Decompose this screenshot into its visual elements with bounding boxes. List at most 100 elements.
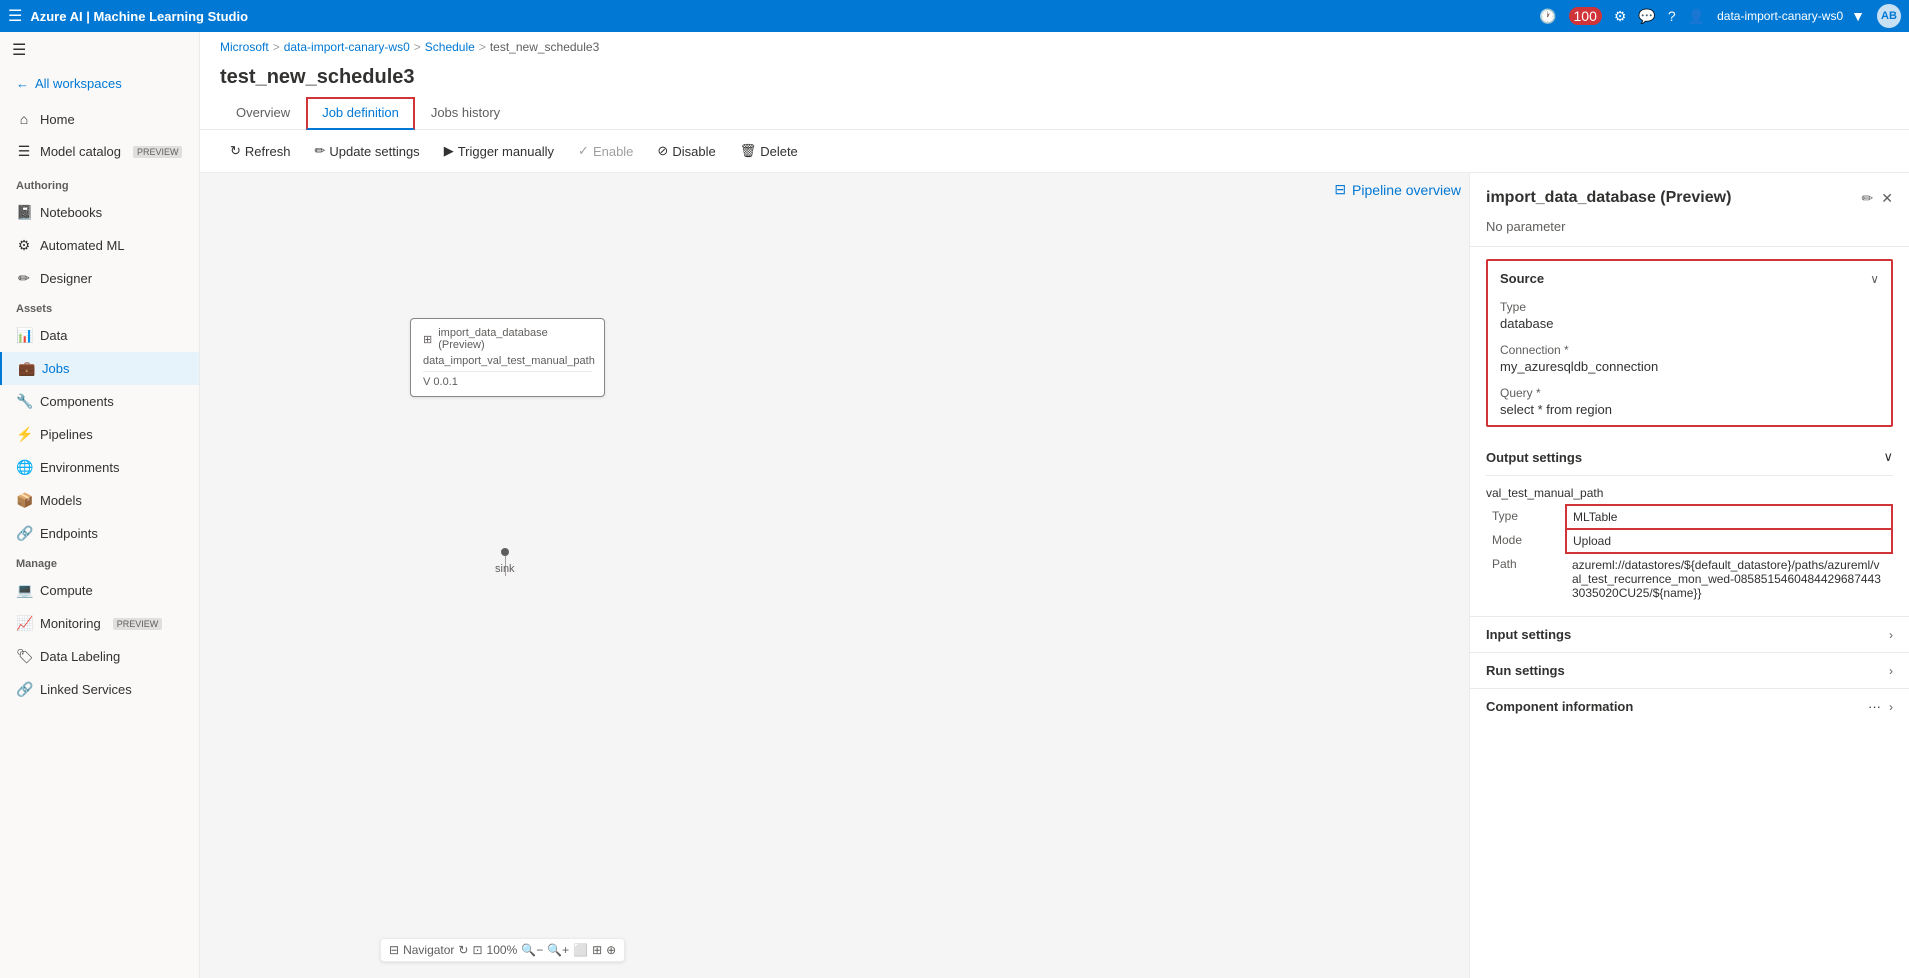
navigator-icon: ⊟ <box>389 943 399 957</box>
edit-panel-icon[interactable]: ✏ <box>1862 190 1874 207</box>
sidebar-item-linked-services[interactable]: 🔗 Linked Services <box>0 673 199 706</box>
enable-button[interactable]: ✓ Enable <box>568 138 643 164</box>
sidebar-item-data-labeling[interactable]: 🏷 Data Labeling <box>0 640 199 673</box>
sidebar-item-components[interactable]: 🔧 Components <box>0 385 199 418</box>
refresh-icon: ↻ <box>230 143 241 159</box>
back-button[interactable]: ← All workspaces <box>0 68 199 99</box>
sidebar-item-notebooks[interactable]: 📓 Notebooks <box>0 196 199 229</box>
fit-icon[interactable]: ⊡ <box>472 943 482 957</box>
endpoints-icon: 🔗 <box>16 525 32 542</box>
sidebar-label-pipelines: Pipelines <box>40 427 93 442</box>
back-label: All workspaces <box>35 76 122 91</box>
component-info-label: Component information <box>1486 699 1633 714</box>
canvas[interactable]: ⊟ Pipeline overview ⊞ import_data_databa… <box>200 173 1469 978</box>
breadcrumb-workspace[interactable]: data-import-canary-ws0 <box>284 40 410 54</box>
refresh-button[interactable]: ↻ Refresh <box>220 138 300 164</box>
canvas-connector-dot <box>501 548 509 556</box>
sidebar-label-linked-services: Linked Services <box>40 682 132 697</box>
navigator-label: Navigator <box>403 943 454 957</box>
avatar[interactable]: AB <box>1877 4 1901 28</box>
zoom-level: 100% <box>487 943 518 957</box>
delete-button[interactable]: 🗑 Delete <box>730 138 808 164</box>
help-icon[interactable]: ? <box>1668 8 1676 24</box>
sidebar-item-endpoints[interactable]: 🔗 Endpoints <box>0 517 199 550</box>
canvas-node-title: import_data_database (Preview) <box>438 327 592 351</box>
sidebar-item-models[interactable]: 📦 Models <box>0 484 199 517</box>
enable-icon: ✓ <box>578 143 589 159</box>
tab-jobs-history[interactable]: Jobs history <box>415 97 516 130</box>
sidebar-label-components: Components <box>40 394 114 409</box>
panel-no-param: No parameter <box>1470 215 1909 247</box>
sidebar-label-data: Data <box>40 328 67 343</box>
source-query-label: Query * <box>1500 386 1879 400</box>
refresh-canvas-icon[interactable]: ↻ <box>458 943 468 957</box>
sidebar-item-environments[interactable]: 🌐 Environments <box>0 451 199 484</box>
trigger-manually-button[interactable]: ▶ Trigger manually <box>434 138 564 164</box>
main-layout: ☰ ← All workspaces ⌂ Home ☰ Model catalo… <box>0 32 1909 978</box>
output-section-header[interactable]: Output settings ∨ <box>1486 439 1893 476</box>
sidebar-item-compute[interactable]: 💻 Compute <box>0 574 199 607</box>
canvas-node[interactable]: ⊞ import_data_database (Preview) data_im… <box>410 318 605 397</box>
source-section-header[interactable]: Source ∨ <box>1488 261 1891 296</box>
hamburger-icon[interactable]: ☰ <box>8 6 22 26</box>
clock-icon[interactable]: 🕐 <box>1539 8 1556 25</box>
user-icon[interactable]: 👤 <box>1688 8 1705 25</box>
pipeline-overview-label: Pipeline overview <box>1352 182 1461 198</box>
canvas-node-subtitle: data_import_val_test_manual_path <box>423 355 592 367</box>
sidebar-item-designer[interactable]: ✏ Designer <box>0 262 199 295</box>
panel-header: import_data_database (Preview) ✏ ✕ <box>1470 173 1909 215</box>
output-subsection-name: val_test_manual_path <box>1486 480 1893 504</box>
update-settings-button[interactable]: ✏ Update settings <box>304 138 429 164</box>
disable-button[interactable]: ⊘ Disable <box>647 138 725 164</box>
delete-icon: 🗑 <box>740 143 757 159</box>
breadcrumb-sep-3: > <box>479 40 486 54</box>
tab-overview[interactable]: Overview <box>220 97 306 130</box>
pipelines-icon: ⚡ <box>16 426 32 443</box>
input-settings-row[interactable]: Input settings › <box>1470 616 1909 652</box>
output-path-value: azureml://datastores/${default_datastore… <box>1566 553 1892 604</box>
sidebar-item-pipelines[interactable]: ⚡ Pipelines <box>0 418 199 451</box>
grid-icon[interactable]: ⊞ <box>592 943 602 957</box>
notification-badge[interactable]: 100 <box>1569 7 1602 25</box>
component-info-row[interactable]: Component information ··· › <box>1470 688 1909 724</box>
breadcrumb-sep-1: > <box>273 40 280 54</box>
workspace-selector[interactable]: data-import-canary-ws0 ▼ <box>1717 8 1865 24</box>
model-catalog-icon: ☰ <box>16 143 32 160</box>
sidebar-item-jobs[interactable]: 💼 Jobs <box>0 352 199 385</box>
component-info-dots: ··· <box>1868 699 1881 714</box>
update-settings-label: Update settings <box>329 144 419 159</box>
settings-icon[interactable]: ⚙ <box>1614 8 1627 25</box>
breadcrumb-microsoft[interactable]: Microsoft <box>220 40 269 54</box>
source-connection-label: Connection * <box>1500 343 1879 357</box>
breadcrumb-schedule[interactable]: Schedule <box>425 40 475 54</box>
source-type-label: Type <box>1500 300 1879 314</box>
expand-icon[interactable]: ⊕ <box>606 943 616 957</box>
sidebar-item-automated-ml[interactable]: ⚙ Automated ML <box>0 229 199 262</box>
jobs-icon: 💼 <box>18 360 34 377</box>
data-labeling-icon: 🏷 <box>16 648 32 665</box>
tab-job-definition[interactable]: Job definition <box>306 97 415 130</box>
output-type-row: Type MLTable <box>1486 505 1892 529</box>
zoom-in-icon[interactable]: 🔍+ <box>547 943 569 957</box>
play-icon: ▶ <box>444 143 454 159</box>
sidebar-label-home: Home <box>40 112 75 127</box>
sidebar-item-data[interactable]: 📊 Data <box>0 319 199 352</box>
close-panel-icon[interactable]: ✕ <box>1881 190 1893 207</box>
back-icon: ← <box>16 76 29 91</box>
disable-label: Disable <box>672 144 715 159</box>
frame-icon[interactable]: ⬜ <box>573 943 588 957</box>
page-title: test_new_schedule3 <box>200 62 1909 97</box>
sidebar-item-home[interactable]: ⌂ Home <box>0 103 199 135</box>
sidebar-item-model-catalog[interactable]: ☰ Model catalog PREVIEW <box>0 135 199 168</box>
sidebar-hamburger[interactable]: ☰ <box>0 32 199 68</box>
top-bar-icons: 🕐 100 ⚙ 💬 ? 👤 data-import-canary-ws0 ▼ A… <box>1539 4 1901 28</box>
zoom-out-icon[interactable]: 🔍− <box>521 943 543 957</box>
pipeline-overview-button[interactable]: ⊟ Pipeline overview <box>1334 181 1461 198</box>
sidebar-item-monitoring[interactable]: 📈 Monitoring PREVIEW <box>0 607 199 640</box>
run-settings-row[interactable]: Run settings › <box>1470 652 1909 688</box>
chat-icon[interactable]: 💬 <box>1638 8 1655 25</box>
panel-title: import_data_database (Preview) <box>1486 189 1731 207</box>
input-settings-chevron: › <box>1889 628 1893 642</box>
output-subsection: val_test_manual_path Type MLTable Mode U… <box>1486 480 1893 604</box>
notebooks-icon: 📓 <box>16 204 32 221</box>
